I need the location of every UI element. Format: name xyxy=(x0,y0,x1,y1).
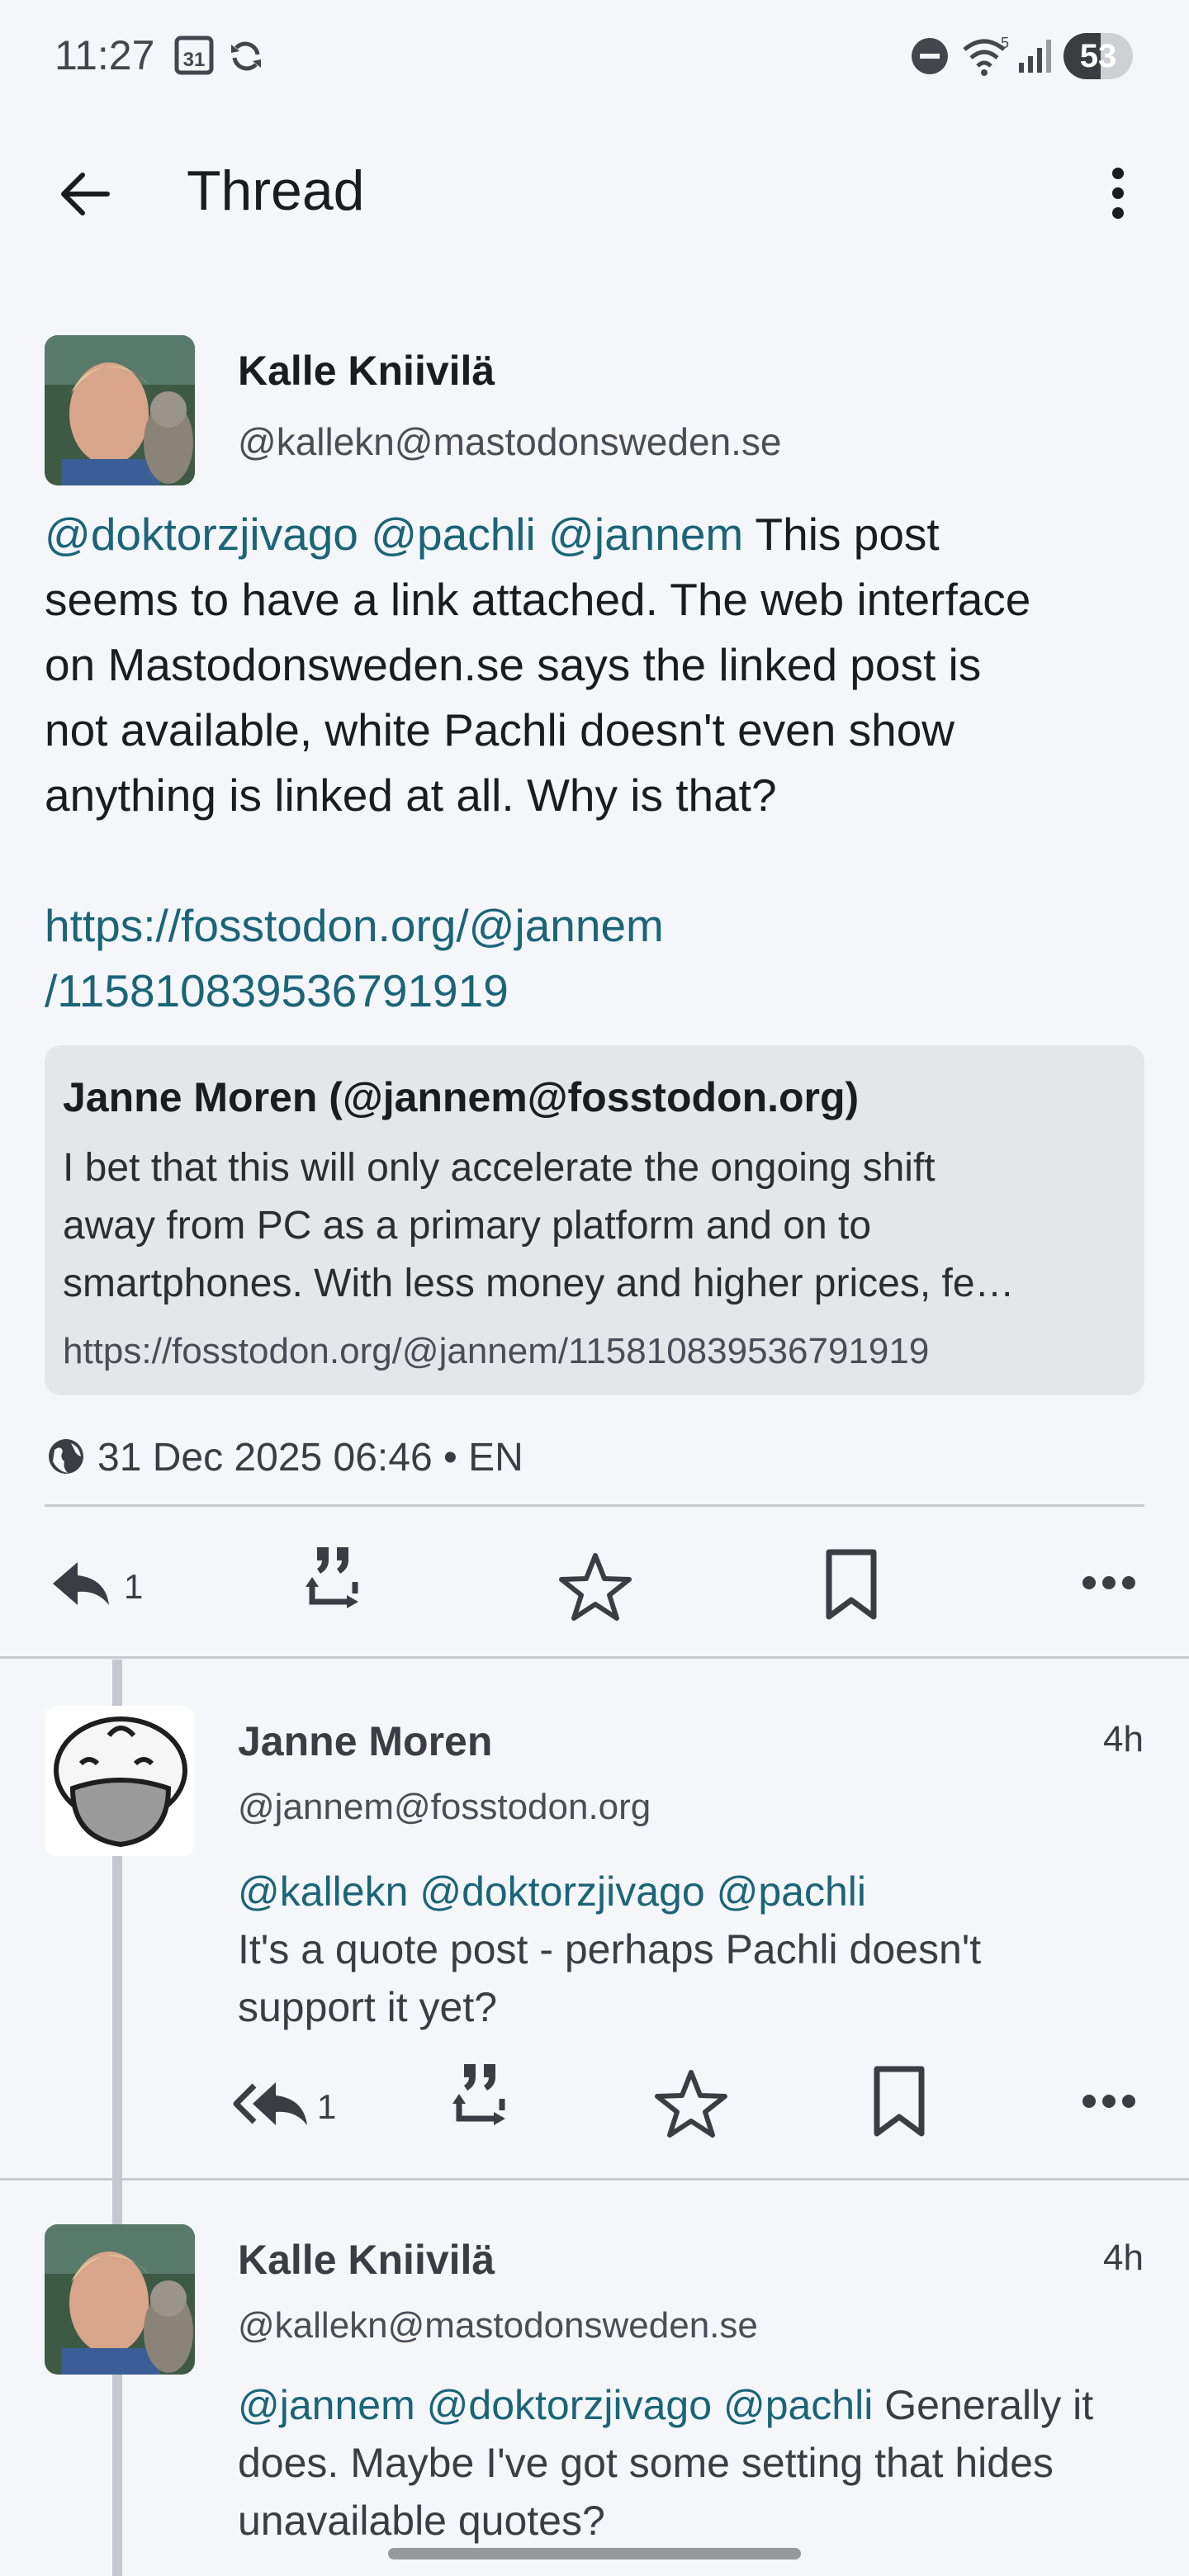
quote-line: away from PC as a primary platform and o… xyxy=(63,1204,872,1248)
bookmark-icon[interactable] xyxy=(872,2066,926,2137)
mention-link[interactable]: @doktorzjivago xyxy=(427,2382,712,2428)
mention-link[interactable]: @doktorzjivago xyxy=(419,1868,704,1915)
post-age: 4h xyxy=(1103,2237,1144,2278)
quote-line: I bet that this will only accelerate the… xyxy=(63,1146,936,1190)
author-name[interactable]: Janne Moren xyxy=(238,1717,492,1765)
status-bar: 11:27 31 5 53 xyxy=(0,0,1189,116)
star-icon[interactable] xyxy=(558,1552,632,1622)
author-handle[interactable]: @kallekn@mastodonsweden.se xyxy=(238,419,782,464)
page-title: Thread xyxy=(187,159,365,222)
content-text: does. Maybe I've got some setting that h… xyxy=(238,2440,1054,2486)
back-arrow-icon[interactable] xyxy=(56,165,114,223)
post-age: 4h xyxy=(1103,1719,1144,1759)
content-text: unavailable quotes? xyxy=(238,2498,605,2544)
signal-icon xyxy=(1017,36,1054,74)
network-type: 5 xyxy=(1001,35,1009,51)
quote-text: I bet that this will only accelerate the… xyxy=(63,1139,1015,1313)
more-vert-icon[interactable] xyxy=(1101,165,1135,223)
author-handle[interactable]: @kallekn@mastodonsweden.se xyxy=(238,2305,758,2346)
author-name[interactable]: Kalle Kniivilä xyxy=(238,2236,495,2284)
post-link[interactable]: /115810839536791919 xyxy=(45,959,1030,1024)
calendar-icon: 31 xyxy=(173,33,216,76)
star-icon[interactable] xyxy=(654,2069,728,2138)
quote-author: Janne Moren (@jannem@fosstodon.org) xyxy=(63,1074,860,1120)
content-text: seems to have a link attached. The web i… xyxy=(45,574,1031,625)
post-content: @doktorzjivago @pachli @jannem This post… xyxy=(45,502,1030,1024)
quote-line: smartphones. With less money and higher … xyxy=(63,1262,1015,1305)
quote-boost-icon[interactable] xyxy=(301,1544,367,1618)
calendar-day: 31 xyxy=(183,49,206,71)
bookmark-icon[interactable] xyxy=(824,1549,879,1620)
post-link[interactable]: https://fosstodon.org/@jannem xyxy=(45,893,1030,959)
more-horiz-icon[interactable] xyxy=(1082,2092,1136,2110)
content-text: It's a quote post - perhaps Pachli doesn… xyxy=(238,1926,982,1972)
content-line: @doktorzjivago @pachli @jannem This post xyxy=(45,502,1030,567)
mention-link[interactable]: @pachli xyxy=(723,2382,873,2428)
divider xyxy=(0,1656,1189,1659)
author-name[interactable]: Kalle Kniivilä xyxy=(238,347,495,395)
content-line: @jannem @doktorzjivago @pachli Generally… xyxy=(238,2376,1093,2434)
post-timestamp: 31 Dec 2025 06:46 • EN xyxy=(97,1436,523,1480)
content-text: Generally it xyxy=(884,2382,1094,2428)
quote-card[interactable]: Janne Moren (@jannem@fosstodon.org) I be… xyxy=(45,1045,1144,1395)
divider xyxy=(0,2178,1189,2181)
author-handle[interactable]: @jannem@fosstodon.org xyxy=(238,1787,651,1828)
content-text: This post xyxy=(755,509,940,560)
content-text: support it yet? xyxy=(238,1984,498,2030)
more-horiz-icon[interactable] xyxy=(1082,1574,1136,1592)
post-content: @kallekn @doktorzjivago @pachli It's a q… xyxy=(238,1863,981,2036)
avatar[interactable] xyxy=(45,1706,195,1856)
avatar[interactable] xyxy=(45,335,195,485)
post-content: @jannem @doktorzjivago @pachli Generally… xyxy=(238,2376,1093,2550)
content-text: anything is linked at all. Why is that? xyxy=(45,769,777,821)
quote-url: https://fosstodon.org/@jannem/1158108395… xyxy=(63,1331,930,1371)
mention-link[interactable]: @jannem xyxy=(238,2382,415,2428)
wifi-icon: 5 xyxy=(961,33,1012,79)
battery-indicator: 53 xyxy=(1063,33,1133,79)
reply-all-icon[interactable] xyxy=(233,2079,312,2129)
mention-link[interactable]: @kallekn xyxy=(238,1868,408,1915)
reply-count: 1 xyxy=(124,1567,144,1606)
mention-link[interactable]: @doktorzjivago xyxy=(45,509,358,560)
content-line: @kallekn @doktorzjivago @pachli xyxy=(238,1863,981,1920)
battery-level: 53 xyxy=(1079,38,1117,74)
reply-icon[interactable] xyxy=(50,1559,112,1608)
mention-link[interactable]: @jannem xyxy=(548,509,743,560)
mention-link[interactable]: @pachli xyxy=(371,509,536,560)
mention-link[interactable]: @pachli xyxy=(717,1868,866,1915)
home-indicator[interactable] xyxy=(388,2548,801,2559)
do-not-disturb-icon xyxy=(910,36,950,76)
globe-icon xyxy=(46,1437,86,1476)
status-time: 11:27 xyxy=(54,32,155,78)
sync-icon xyxy=(226,36,266,76)
quote-boost-icon[interactable] xyxy=(448,2061,514,2135)
content-text: on Mastodonsweden.se says the linked pos… xyxy=(45,639,982,690)
avatar[interactable] xyxy=(45,2224,195,2375)
reply-count: 1 xyxy=(317,2087,337,2126)
divider xyxy=(45,1504,1144,1507)
content-text: not available, white Pachli doesn't even… xyxy=(45,704,955,755)
